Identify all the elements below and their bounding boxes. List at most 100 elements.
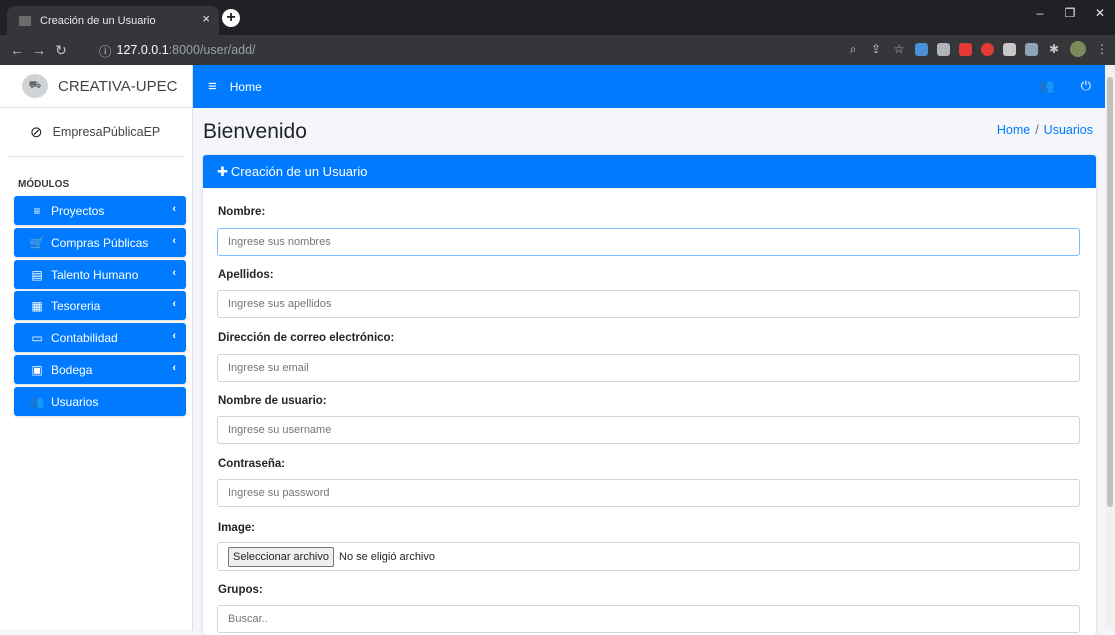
- chevron-left-icon: ‹: [172, 203, 176, 215]
- sidebar-item-label: Contabilidad: [51, 330, 118, 345]
- users-icon[interactable]: 👥: [1039, 78, 1055, 94]
- extension-icon[interactable]: [981, 42, 994, 56]
- restore-icon[interactable]: ❐: [1055, 0, 1085, 30]
- new-tab-button[interactable]: +: [222, 9, 240, 27]
- browser-tab-strip: Creación de un Usuario × + – ❐ ✕: [0, 0, 1115, 35]
- profile-avatar[interactable]: [1070, 41, 1086, 57]
- image-label: Image:: [218, 522, 256, 534]
- sidebar-item-usuarios[interactable]: 👥 Usuarios: [14, 387, 186, 416]
- sidebar-item-tesoreria[interactable]: ▦ Tesoreria ‹: [14, 291, 186, 320]
- address-bar[interactable]: ⓘ 127.0.0.1 :8000 /user/add/: [99, 38, 799, 62]
- section-header: MÓDULOS: [18, 179, 70, 190]
- minimize-icon[interactable]: –: [1025, 0, 1055, 30]
- browser-tab[interactable]: Creación de un Usuario ×: [7, 6, 219, 35]
- username-input[interactable]: [217, 416, 1080, 444]
- brand-logo-icon: ⛟: [22, 74, 48, 98]
- list-icon: ≡: [33, 203, 41, 218]
- brand-link[interactable]: ⛟ CREATIVA-UPEC: [0, 65, 192, 108]
- browser-toolbar: ← → ↻ ⓘ 127.0.0.1 :8000 /user/add/ ⌕ ⇪ ☆…: [0, 35, 1115, 65]
- chevron-left-icon: ‹: [172, 267, 176, 279]
- cart-icon: 🛒: [29, 235, 45, 250]
- puzzle-icon[interactable]: ✱: [1047, 42, 1061, 56]
- page-scrollbar[interactable]: [1105, 65, 1115, 630]
- window-controls: – ❐ ✕: [1025, 0, 1115, 30]
- email-label: Dirección de correo electrónico:: [218, 332, 395, 344]
- sidebar-item-contabilidad[interactable]: ▭ Contabilidad ‹: [14, 323, 186, 352]
- card-title: Creación de un Usuario: [230, 164, 368, 179]
- top-navbar: ≡ Home 👥 ⏻: [193, 65, 1105, 108]
- reload-icon[interactable]: ↻: [50, 42, 72, 59]
- favicon-icon: [19, 15, 31, 26]
- last-name-label: Apellidos:: [218, 269, 274, 281]
- kebab-menu-icon[interactable]: ⋮: [1095, 42, 1109, 56]
- user-name: EmpresaPúblicaEP: [52, 125, 161, 139]
- site-info-icon[interactable]: ⓘ: [99, 41, 112, 60]
- url-port: :8000: [168, 43, 200, 57]
- plus-icon: ✚: [217, 163, 228, 179]
- sidebar-item-bodega[interactable]: ▣ Bodega ‹: [14, 355, 186, 384]
- chevron-left-icon: ‹: [172, 235, 176, 247]
- eye-slash-icon: ⊘: [30, 124, 43, 141]
- first-name-label: Nombre:: [218, 206, 266, 218]
- last-name-input[interactable]: [217, 290, 1080, 318]
- email-input[interactable]: [217, 354, 1080, 382]
- close-window-icon[interactable]: ✕: [1085, 0, 1115, 30]
- sidebar-item-label: Bodega: [51, 362, 93, 377]
- sidebar-item-label: Talento Humano: [51, 267, 139, 282]
- url-path: /user/add/: [199, 43, 256, 57]
- user-form-card: ✚ Creación de un Usuario Nombre: Apellid…: [203, 155, 1096, 635]
- image-file-input[interactable]: Seleccionar archivo No se eligió archivo: [217, 542, 1080, 571]
- box-icon: ▣: [31, 362, 43, 377]
- extensions-area: ⌕ ⇪ ☆ ✱ ⋮: [846, 41, 1109, 57]
- extension-icon[interactable]: [1003, 42, 1016, 56]
- chevron-left-icon: ‹: [172, 298, 176, 310]
- username-label: Nombre de usuario:: [218, 395, 327, 407]
- breadcrumb-current: Usuarios: [1043, 123, 1093, 137]
- bookmark-star-icon[interactable]: ☆: [892, 42, 906, 56]
- navbar-right: 👥 ⏻: [1039, 78, 1091, 94]
- back-icon[interactable]: ←: [6, 42, 28, 58]
- breadcrumb: Home / Usuarios: [997, 123, 1093, 137]
- first-name-input[interactable]: [217, 228, 1080, 256]
- groups-label: Grupos:: [218, 584, 263, 596]
- chevron-left-icon: ‹: [172, 330, 176, 342]
- sidebar: ⛟ CREATIVA-UPEC ⊘ EmpresaPúblicaEP MÓDUL…: [0, 65, 193, 630]
- calendar-icon: ▦: [31, 298, 43, 313]
- tab-title: Creación de un Usuario: [40, 14, 156, 27]
- nav-home-link[interactable]: Home: [230, 80, 262, 94]
- groups-search-input[interactable]: [217, 605, 1080, 633]
- extension-icon[interactable]: [915, 42, 928, 56]
- sidebar-item-label: Tesoreria: [51, 298, 101, 313]
- extension-icon[interactable]: [1025, 42, 1038, 56]
- password-input[interactable]: [217, 479, 1080, 507]
- sidebar-item-compras-publicas[interactable]: 🛒 Compras Públicas ‹: [14, 228, 186, 257]
- choose-file-button[interactable]: Seleccionar archivo: [228, 546, 334, 567]
- card-header: ✚ Creación de un Usuario: [203, 155, 1096, 188]
- scrollbar-thumb[interactable]: [1107, 77, 1113, 507]
- extension-icon[interactable]: [959, 42, 972, 56]
- extension-icon[interactable]: [937, 42, 950, 56]
- sidebar-item-label: Usuarios: [51, 394, 99, 409]
- tab-close-icon[interactable]: ×: [202, 11, 210, 26]
- file-status: No se eligió archivo: [339, 550, 435, 563]
- sidebar-item-label: Compras Públicas: [51, 235, 149, 250]
- id-card-icon: ▤: [31, 267, 43, 282]
- menu-toggle-icon[interactable]: ≡: [208, 78, 217, 95]
- forward-icon[interactable]: →: [28, 42, 50, 58]
- sidebar-item-proyectos[interactable]: ≡ Proyectos ‹: [14, 196, 186, 225]
- brand-name: CREATIVA-UPEC: [58, 77, 178, 95]
- chevron-left-icon: ‹: [172, 362, 176, 374]
- users-icon: 👥: [29, 394, 45, 409]
- sidebar-item-label: Proyectos: [51, 203, 105, 218]
- url-host: 127.0.0.1: [116, 43, 169, 57]
- power-icon[interactable]: ⏻: [1081, 78, 1091, 94]
- breadcrumb-home[interactable]: Home: [997, 123, 1030, 137]
- breadcrumb-separator: /: [1035, 123, 1039, 137]
- page-title: Bienvenido: [203, 120, 307, 143]
- share-icon[interactable]: ⇪: [869, 42, 883, 56]
- zoom-icon[interactable]: ⌕: [846, 42, 860, 57]
- password-label: Contraseña:: [218, 458, 286, 470]
- user-panel[interactable]: ⊘ EmpresaPúblicaEP: [8, 108, 184, 157]
- sidebar-item-talento-humano[interactable]: ▤ Talento Humano ‹: [14, 260, 186, 289]
- book-icon: ▭: [31, 330, 43, 345]
